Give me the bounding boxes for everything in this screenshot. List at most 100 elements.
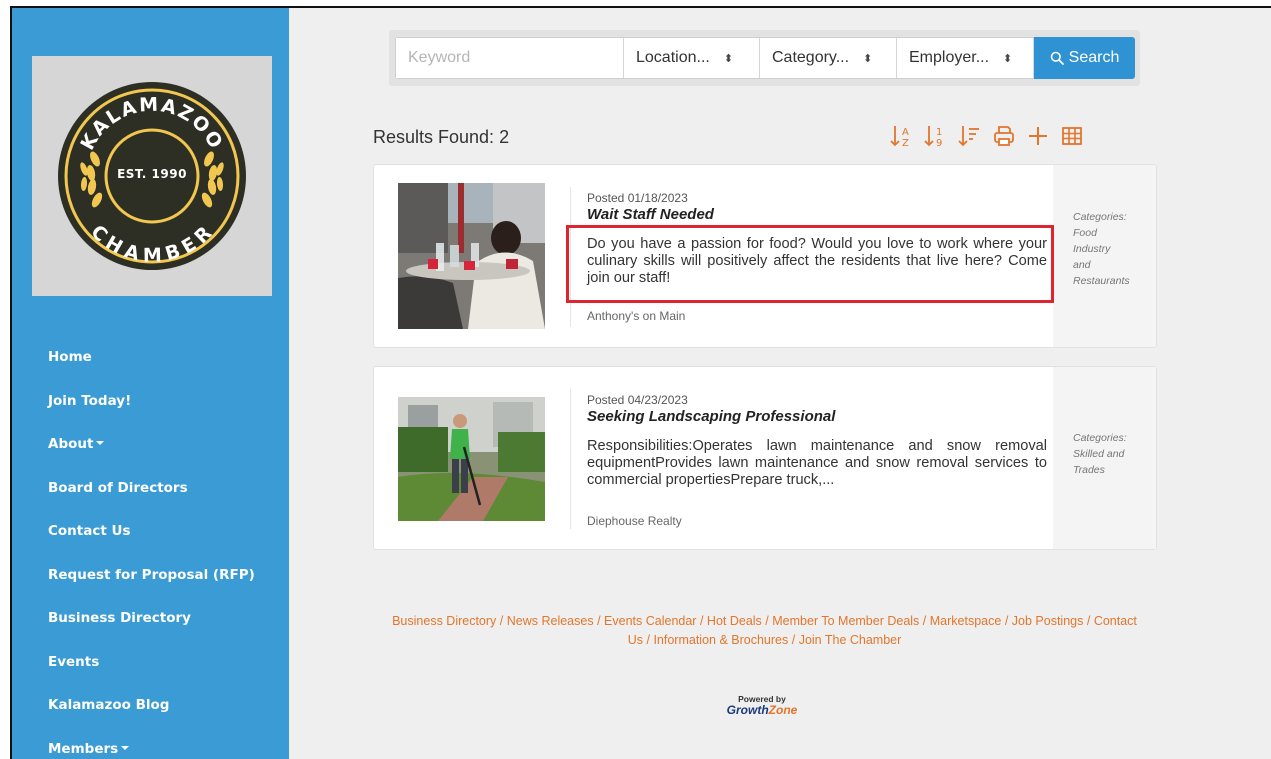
card-divider — [570, 389, 571, 529]
sidebar-item-label: Board of Directors — [48, 479, 188, 496]
footer-link-information-brochures[interactable]: Information & Brochures — [653, 633, 788, 647]
job-thumbnail-landscaper[interactable] — [398, 397, 545, 521]
sidebar-item-label: Events — [48, 653, 100, 670]
categories-label: Categories: — [1073, 211, 1127, 223]
sidebar-item-kalamazoo-blog[interactable]: Kalamazoo Blog — [12, 684, 289, 728]
footer-separator: / — [791, 633, 796, 647]
job-content: Posted 04/23/2023 Seeking Landscaping Pr… — [587, 393, 1047, 489]
category-select-label: Category... — [772, 49, 850, 66]
print-icon — [994, 126, 1014, 146]
location-select[interactable]: Location... ⬍ — [624, 38, 760, 78]
footer-separator: / — [765, 614, 769, 628]
location-select-label: Location... — [636, 49, 710, 66]
sidebar-item-label: Business Directory — [48, 610, 191, 626]
sidebar-item-label: Request for Proposal (RFP) — [48, 566, 255, 583]
job-title-link[interactable]: Seeking Landscaping Professional — [587, 408, 1047, 425]
sidebar-nav: Home Join Today! About Board of Director… — [12, 336, 289, 759]
footer-separator: / — [499, 614, 504, 628]
grid-view-button[interactable] — [1055, 121, 1089, 151]
svg-text:9: 9 — [936, 138, 942, 149]
sidebar-item-members[interactable]: Members — [12, 728, 289, 759]
search-button[interactable]: Search — [1034, 37, 1135, 79]
sidebar-item-label: Home — [48, 349, 92, 365]
footer-separator: / — [646, 633, 650, 647]
employer-link[interactable]: Anthony's on Main — [587, 309, 685, 323]
svg-text:1: 1 — [936, 127, 942, 138]
category-line: Food — [1073, 227, 1097, 239]
updown-arrows-icon: ⬍ — [863, 52, 873, 65]
results-number: 2 — [499, 127, 510, 147]
landscaper-photo — [398, 397, 545, 521]
logo-est-text: EST. 1990 — [117, 167, 187, 181]
sort-lines-icon — [958, 126, 979, 147]
job-thumbnail-waiter[interactable] — [398, 183, 545, 329]
footer-link-join-the-chamber[interactable]: Join The Chamber — [799, 633, 902, 647]
sidebar-item-label: Contact Us — [48, 523, 131, 539]
footer-link-hot-deals[interactable]: Hot Deals — [707, 614, 762, 628]
highlight-box — [566, 225, 1054, 303]
job-categories: Categories: Food Industry and Restaurant… — [1053, 165, 1156, 347]
categories-label: Categories: — [1073, 432, 1127, 444]
sidebar-item-business-directory[interactable]: Business Directory — [12, 597, 289, 641]
footer-link-marketspace[interactable]: Marketspace — [930, 614, 1002, 628]
growthzone-logo-part: Zone — [768, 703, 798, 717]
category-line: Trades — [1073, 464, 1105, 476]
sidebar-item-events[interactable]: Events — [12, 641, 289, 685]
print-button[interactable] — [987, 121, 1021, 151]
job-title-link[interactable]: Wait Staff Needed — [587, 206, 1047, 223]
employer-select-label: Employer... — [909, 49, 990, 66]
sort-numeric-icon: 1 9 — [924, 126, 942, 149]
footer-link-news-releases[interactable]: News Releases — [507, 614, 594, 628]
logo-seal: KALAMAZOO CHAMBER EST. 1990 — [57, 81, 247, 271]
sort-alpha-icon: A Z — [890, 126, 909, 149]
category-line: Industry — [1073, 243, 1111, 255]
employer-link[interactable]: Diephouse Realty — [587, 514, 682, 528]
employer-select[interactable]: Employer... ⬍ — [897, 38, 1034, 78]
sidebar-item-about[interactable]: About — [12, 423, 289, 467]
results-count: Results Found: 2 — [373, 127, 509, 148]
updown-arrows-icon: ⬍ — [723, 52, 734, 65]
grid-icon — [1062, 127, 1082, 145]
plus-icon — [1029, 127, 1047, 145]
footer-separator: / — [1004, 614, 1009, 628]
keyword-input[interactable] — [396, 38, 624, 78]
job-categories: Categories: Skilled and Trades — [1053, 367, 1156, 549]
footer-separator: / — [699, 614, 704, 628]
svg-text:A: A — [902, 127, 909, 138]
sidebar-item-board-of-directors[interactable]: Board of Directors — [12, 467, 289, 511]
job-description: Responsibilities:Operates lawn maintenan… — [587, 438, 1047, 488]
footer-link-events-calendar[interactable]: Events Calendar — [604, 614, 696, 628]
category-select[interactable]: Category... ⬍ — [760, 38, 897, 78]
sidebar-item-home[interactable]: Home — [12, 336, 289, 380]
chamber-logo[interactable]: KALAMAZOO CHAMBER EST. 1990 — [32, 56, 272, 296]
sort-lines-button[interactable] — [953, 121, 987, 151]
results-label: Results Found: — [373, 127, 495, 147]
waiter-photo — [398, 183, 545, 329]
sort-alpha-button[interactable]: A Z — [885, 121, 919, 151]
category-line: Restaurants — [1073, 275, 1130, 287]
powered-by-growthzone[interactable]: Powered by GrowthZone — [702, 694, 822, 717]
footer-separator: / — [1086, 614, 1091, 628]
job-card[interactable]: Posted 04/23/2023 Seeking Landscaping Pr… — [373, 366, 1157, 550]
footer-link-member-to-member-deals[interactable]: Member To Member Deals — [772, 614, 919, 628]
sidebar-item-label: About — [48, 436, 94, 452]
results-toolbar: A Z 1 9 — [885, 121, 1089, 151]
sidebar: KALAMAZOO CHAMBER EST. 1990 Home Join To… — [12, 8, 289, 759]
posted-date: Posted 01/18/2023 — [587, 191, 688, 205]
search-bar: Location... ⬍ Category... ⬍ Employer... … — [395, 37, 1135, 79]
browser-frame: KALAMAZOO CHAMBER EST. 1990 Home Join To… — [10, 6, 1271, 759]
footer-link-business-directory[interactable]: Business Directory — [392, 614, 496, 628]
growthzone-logo-part: Growth — [726, 703, 769, 717]
sidebar-item-label: Members — [48, 740, 119, 757]
sort-numeric-button[interactable]: 1 9 — [919, 121, 953, 151]
svg-text:Z: Z — [902, 138, 909, 149]
add-button[interactable] — [1021, 121, 1055, 151]
sidebar-item-rfp[interactable]: Request for Proposal (RFP) — [12, 554, 289, 598]
footer-link-job-postings[interactable]: Job Postings — [1012, 614, 1084, 628]
sidebar-item-contact-us[interactable]: Contact Us — [12, 510, 289, 554]
sidebar-item-join-today[interactable]: Join Today! — [12, 380, 289, 424]
category-line: Skilled and — [1073, 448, 1125, 460]
growthzone-logo: GrowthZone — [702, 704, 822, 717]
footer-separator: / — [597, 614, 601, 628]
sidebar-item-label: Kalamazoo Blog — [48, 697, 170, 713]
